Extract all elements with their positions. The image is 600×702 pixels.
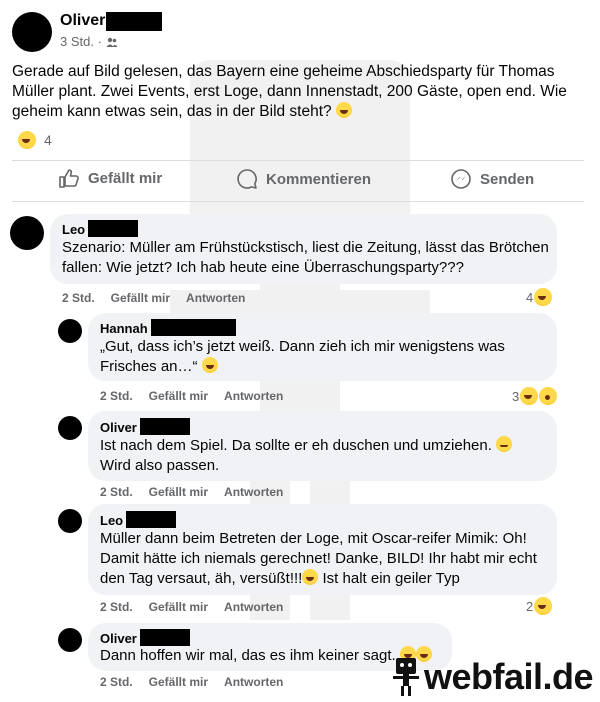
- commenter-name[interactable]: Oliver: [100, 420, 137, 435]
- comment-text: Müller dann beim Betreten der Loge, mit …: [100, 529, 555, 589]
- redacted-surname: [126, 511, 176, 528]
- laughing-emoji-icon: [335, 102, 352, 118]
- divider-top: [12, 160, 584, 161]
- comment-text: Ist nach dem Spiel. Da sollte er eh dusc…: [100, 436, 540, 476]
- comment-reactions[interactable]: 2: [526, 597, 553, 615]
- post-body: Gerade auf Bild gelesen, das Bayern eine…: [12, 62, 592, 122]
- send-label: Senden: [480, 170, 535, 188]
- comment-text-tail: Ist halt ein geiler Typ: [322, 570, 460, 587]
- comment-text-content: Müller dann beim Betreten der Loge, mit …: [100, 530, 537, 587]
- comment-reply-link[interactable]: Antworten: [224, 600, 283, 614]
- friends-icon: [106, 37, 118, 47]
- grimacing-emoji-icon: [302, 569, 319, 585]
- messenger-icon: [451, 169, 471, 189]
- comment-text: „Gut, dass ich’s jetzt weiß. Dann zieh i…: [100, 337, 540, 377]
- redacted-surname: [88, 220, 138, 237]
- comment-text: Szenario: Müller am Frühstückstisch, lie…: [62, 239, 549, 276]
- commenter-name[interactable]: Leo: [100, 513, 123, 528]
- redacted-surname: [140, 629, 190, 646]
- wow-reaction-icon: [539, 387, 558, 405]
- post-time-text: 3 Std. ·: [60, 34, 102, 49]
- comment-text-content-2: Wird also passen.: [100, 457, 220, 474]
- grinning-emoji-icon: [201, 357, 218, 373]
- comment-meta: 2 Std. Gefällt mir Antworten: [100, 389, 283, 403]
- post-reaction-count: 4: [44, 132, 52, 148]
- haha-reaction-icon: [520, 387, 539, 405]
- like-button[interactable]: Gefällt mir: [58, 168, 162, 188]
- winking-emoji-icon: [496, 436, 513, 452]
- comment-bubble-icon: [237, 169, 257, 189]
- reaction-count: 2: [526, 598, 534, 614]
- haha-reaction-icon: [18, 131, 36, 149]
- comment-text-content: Dann hoffen wir mal, das es ihm keiner s…: [100, 647, 396, 664]
- redacted-surname: [106, 12, 162, 31]
- comment-like-link[interactable]: Gefällt mir: [111, 291, 170, 305]
- comment-like-link[interactable]: Gefällt mir: [149, 675, 208, 689]
- send-button[interactable]: Senden: [450, 168, 534, 190]
- comment-like-link[interactable]: Gefällt mir: [149, 600, 208, 614]
- comment-text-content: Ist nach dem Spiel. Da sollte er eh dusc…: [100, 437, 492, 454]
- comment-meta: 2 Std. Gefällt mir Antworten: [100, 485, 283, 499]
- comment-button[interactable]: Kommentieren: [236, 168, 371, 190]
- commenter-name[interactable]: Oliver: [100, 631, 137, 646]
- post-author-avatar[interactable]: [12, 12, 52, 52]
- webfail-logo-text: webfail.de: [424, 656, 594, 697]
- comment-reply-link[interactable]: Antworten: [186, 291, 245, 305]
- comment-reply-link[interactable]: Antworten: [224, 389, 283, 403]
- webfail-mascot-icon: [393, 658, 419, 696]
- comment-meta: 2 Std. Gefällt mir Antworten: [62, 291, 245, 305]
- comment-reply-link[interactable]: Antworten: [224, 485, 283, 499]
- comment-time[interactable]: 2 Std.: [62, 291, 95, 305]
- comment-like-link[interactable]: Gefällt mir: [149, 389, 208, 403]
- comment-meta: 2 Std. Gefällt mir Antworten: [100, 600, 283, 614]
- reaction-count: 3: [512, 388, 520, 404]
- comment-text-content: „Gut, dass ich’s jetzt weiß. Dann zieh i…: [100, 338, 505, 375]
- post-text: Gerade auf Bild gelesen, das Bayern eine…: [12, 63, 567, 120]
- thumbs-up-icon: [59, 169, 79, 188]
- reaction-count: 4: [526, 289, 534, 305]
- comment-reply-link[interactable]: Antworten: [224, 675, 283, 689]
- comment-label: Kommentieren: [266, 170, 372, 188]
- comment-meta: 2 Std. Gefällt mir Antworten: [100, 675, 283, 689]
- comment-reactions[interactable]: 3: [512, 387, 558, 405]
- haha-reaction-icon: [534, 288, 553, 306]
- commenter-name[interactable]: Leo: [62, 222, 85, 237]
- commenter-name[interactable]: Hannah: [100, 321, 148, 336]
- comment-like-link[interactable]: Gefällt mir: [149, 485, 208, 499]
- comment-time[interactable]: 2 Std.: [100, 389, 133, 403]
- webfail-watermark: webfail.de: [392, 656, 594, 698]
- commenter-avatar[interactable]: [58, 319, 82, 343]
- comment-time[interactable]: 2 Std.: [100, 485, 133, 499]
- commenter-avatar[interactable]: [58, 509, 82, 533]
- commenter-avatar[interactable]: [58, 416, 82, 440]
- redacted-surname: [151, 319, 236, 336]
- comment-time[interactable]: 2 Std.: [100, 675, 133, 689]
- comment-time[interactable]: 2 Std.: [100, 600, 133, 614]
- commenter-avatar[interactable]: [10, 216, 44, 250]
- post-reactions[interactable]: 4: [18, 131, 52, 149]
- divider-bottom: [12, 201, 584, 202]
- post-author-name[interactable]: Oliver: [60, 12, 105, 30]
- commenter-avatar[interactable]: [58, 628, 82, 652]
- post-timestamp[interactable]: 3 Std. ·: [60, 34, 118, 49]
- comment-reactions[interactable]: 4: [526, 288, 553, 306]
- like-label: Gefällt mir: [88, 169, 163, 187]
- redacted-surname: [140, 418, 190, 435]
- haha-reaction-icon: [534, 597, 553, 615]
